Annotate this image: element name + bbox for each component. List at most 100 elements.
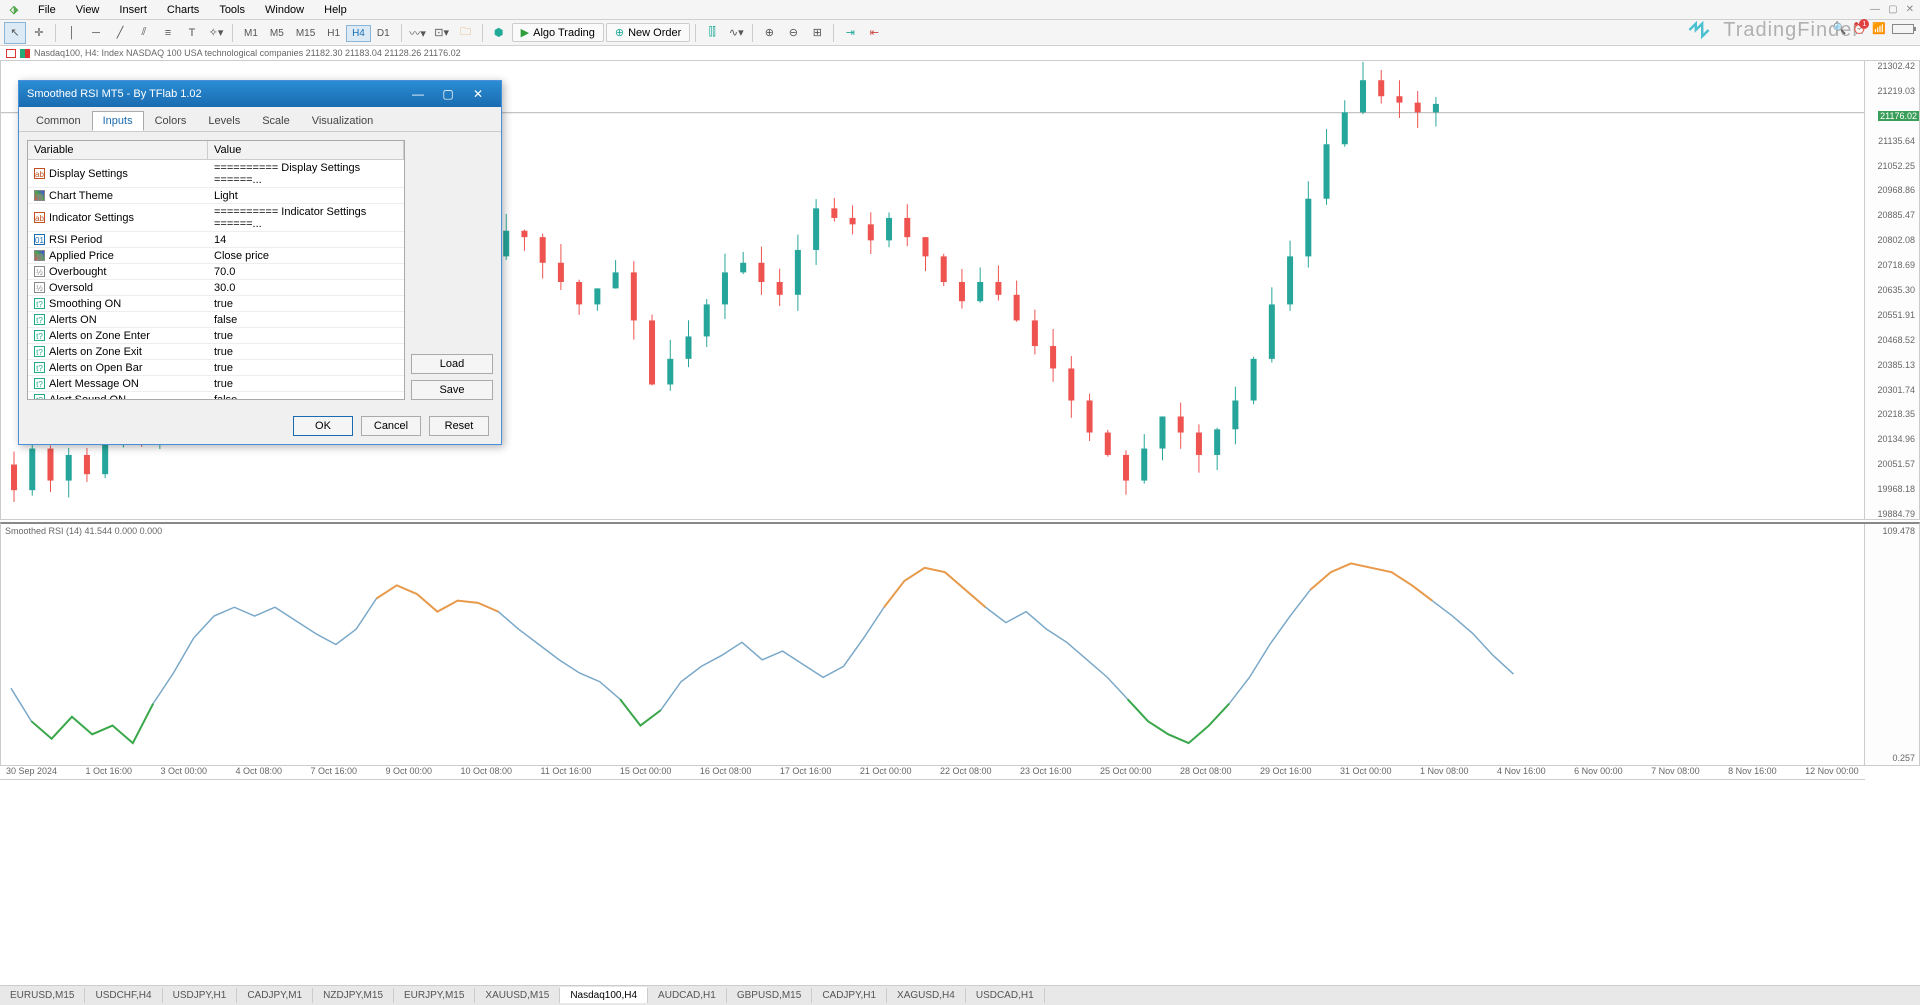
inputs-grid[interactable]: Variable Value abDisplay Settings ======…: [27, 140, 405, 400]
ok-button[interactable]: OK: [293, 416, 353, 436]
input-value[interactable]: ========== Indicator Settings ======...: [208, 204, 404, 231]
indicator-chart[interactable]: Smoothed RSI (14) 41.544 0.000 0.000 109…: [0, 522, 1920, 766]
dialog-close-icon[interactable]: ✕: [463, 84, 493, 104]
dialog-tab-visualization[interactable]: Visualization: [301, 111, 385, 131]
close-icon[interactable]: ✕: [1906, 4, 1914, 15]
timeframe-H4[interactable]: H4: [346, 25, 371, 42]
input-value[interactable]: ========== Display Settings ======...: [208, 160, 404, 187]
zoomin-icon[interactable]: ⊕: [758, 22, 780, 44]
autoscroll-icon[interactable]: ⇤: [863, 22, 885, 44]
symbol-tab[interactable]: CADJPY,H1: [812, 988, 887, 1003]
menu-tools[interactable]: Tools: [209, 2, 255, 18]
cancel-button[interactable]: Cancel: [361, 416, 421, 436]
timeframe-D1[interactable]: D1: [371, 25, 396, 42]
expert-icon[interactable]: ⬢: [488, 22, 510, 44]
input-value[interactable]: Light: [208, 188, 404, 203]
input-row[interactable]: t?Alerts on Zone Exit true: [28, 344, 404, 360]
column-header-value[interactable]: Value: [208, 141, 404, 159]
input-value[interactable]: 14: [208, 232, 404, 247]
fib-tool-icon[interactable]: ≡: [157, 22, 179, 44]
timeframe-M15[interactable]: M15: [290, 25, 321, 42]
menu-window[interactable]: Window: [255, 2, 314, 18]
new-order-button[interactable]: ⊕New Order: [606, 23, 690, 42]
search-icon[interactable]: 🔍: [1833, 22, 1847, 35]
symbol-tab[interactable]: NZDJPY,M15: [313, 988, 394, 1003]
cursor-tool-icon[interactable]: ↖: [4, 22, 26, 44]
input-row[interactable]: ▦Applied Price Close price: [28, 248, 404, 264]
dialog-titlebar[interactable]: Smoothed RSI MT5 - By TFlab 1.02 — ▢ ✕: [19, 81, 501, 107]
input-value[interactable]: true: [208, 344, 404, 359]
minimize-icon[interactable]: —: [1870, 4, 1880, 15]
column-header-variable[interactable]: Variable: [28, 141, 208, 159]
symbol-tab[interactable]: USDJPY,H1: [163, 988, 238, 1003]
input-row[interactable]: t?Alerts on Zone Enter true: [28, 328, 404, 344]
zoom-chart-icon[interactable]: 〰▾: [407, 22, 429, 44]
symbol-tab[interactable]: EURJPY,M15: [394, 988, 475, 1003]
menu-view[interactable]: View: [66, 2, 110, 18]
input-row[interactable]: 01RSI Period 14: [28, 232, 404, 248]
menu-help[interactable]: Help: [314, 2, 357, 18]
folder-icon[interactable]: 🗀: [455, 22, 477, 44]
symbol-tab[interactable]: USDCAD,H1: [966, 988, 1045, 1003]
menu-insert[interactable]: Insert: [109, 2, 157, 18]
input-row[interactable]: abDisplay Settings ========== Display Se…: [28, 160, 404, 188]
timeframe-M1[interactable]: M1: [238, 25, 264, 42]
timeframe-H1[interactable]: H1: [321, 25, 346, 42]
shift-icon[interactable]: ⇥: [839, 22, 861, 44]
dialog-tab-scale[interactable]: Scale: [251, 111, 301, 131]
symbol-tab[interactable]: GBPUSD,M15: [727, 988, 812, 1003]
grid-icon[interactable]: ⊞: [806, 22, 828, 44]
dialog-tab-common[interactable]: Common: [25, 111, 92, 131]
input-row[interactable]: t?Alert Sound ON false: [28, 392, 404, 400]
input-value[interactable]: false: [208, 312, 404, 327]
symbol-tab[interactable]: XAGUSD,H4: [887, 988, 966, 1003]
input-row[interactable]: ½Oversold 30.0: [28, 280, 404, 296]
symbol-tab[interactable]: XAUUSD,M15: [475, 988, 560, 1003]
vline-tool-icon[interactable]: │: [61, 22, 83, 44]
input-value[interactable]: false: [208, 392, 404, 400]
save-button[interactable]: Save: [411, 380, 493, 400]
input-row[interactable]: ▦Chart Theme Light: [28, 188, 404, 204]
symbol-tab[interactable]: Nasdaq100,H4: [560, 987, 648, 1003]
dialog-tab-levels[interactable]: Levels: [197, 111, 251, 131]
load-button[interactable]: Load: [411, 354, 493, 374]
channel-tool-icon[interactable]: ⫽: [133, 22, 155, 44]
input-row[interactable]: abIndicator Settings ========== Indicato…: [28, 204, 404, 232]
indicator-icon[interactable]: ∿▾: [725, 22, 747, 44]
input-row[interactable]: ½Overbought 70.0: [28, 264, 404, 280]
timeframe-M5[interactable]: M5: [264, 25, 290, 42]
reset-button[interactable]: Reset: [429, 416, 489, 436]
chart-type-icon[interactable]: ⊡▾: [431, 22, 453, 44]
input-value[interactable]: Close price: [208, 248, 404, 263]
input-value[interactable]: true: [208, 376, 404, 391]
dialog-tab-inputs[interactable]: Inputs: [92, 111, 144, 131]
input-value[interactable]: 70.0: [208, 264, 404, 279]
input-row[interactable]: t?Alerts ON false: [28, 312, 404, 328]
objects-tool-icon[interactable]: ✧▾: [205, 22, 227, 44]
dialog-minimize-icon[interactable]: —: [403, 84, 433, 104]
input-value[interactable]: 30.0: [208, 280, 404, 295]
input-row[interactable]: t?Alerts on Open Bar true: [28, 360, 404, 376]
symbol-tab[interactable]: EURUSD,M15: [0, 988, 85, 1003]
menu-file[interactable]: File: [28, 2, 66, 18]
input-value[interactable]: true: [208, 296, 404, 311]
zoomout-icon[interactable]: ⊖: [782, 22, 804, 44]
alert-bell-icon[interactable]: ⏰1: [1853, 22, 1867, 35]
trendline-tool-icon[interactable]: ╱: [109, 22, 131, 44]
depth-icon[interactable]: ⫿⫿: [701, 22, 723, 44]
algo-trading-button[interactable]: ▶Algo Trading: [512, 23, 604, 42]
input-row[interactable]: t?Smoothing ON true: [28, 296, 404, 312]
dialog-maximize-icon[interactable]: ▢: [433, 84, 463, 104]
crosshair-tool-icon[interactable]: ✛: [28, 22, 50, 44]
menu-charts[interactable]: Charts: [157, 2, 209, 18]
symbol-tab[interactable]: AUDCAD,H1: [648, 988, 727, 1003]
hline-tool-icon[interactable]: ─: [85, 22, 107, 44]
input-row[interactable]: t?Alert Message ON true: [28, 376, 404, 392]
dialog-tab-colors[interactable]: Colors: [144, 111, 198, 131]
symbol-tab[interactable]: CADJPY,M1: [237, 988, 313, 1003]
symbol-tab[interactable]: USDCHF,H4: [85, 988, 162, 1003]
input-value[interactable]: true: [208, 328, 404, 343]
text-tool-icon[interactable]: T: [181, 22, 203, 44]
input-value[interactable]: true: [208, 360, 404, 375]
maximize-icon[interactable]: ▢: [1888, 4, 1897, 15]
